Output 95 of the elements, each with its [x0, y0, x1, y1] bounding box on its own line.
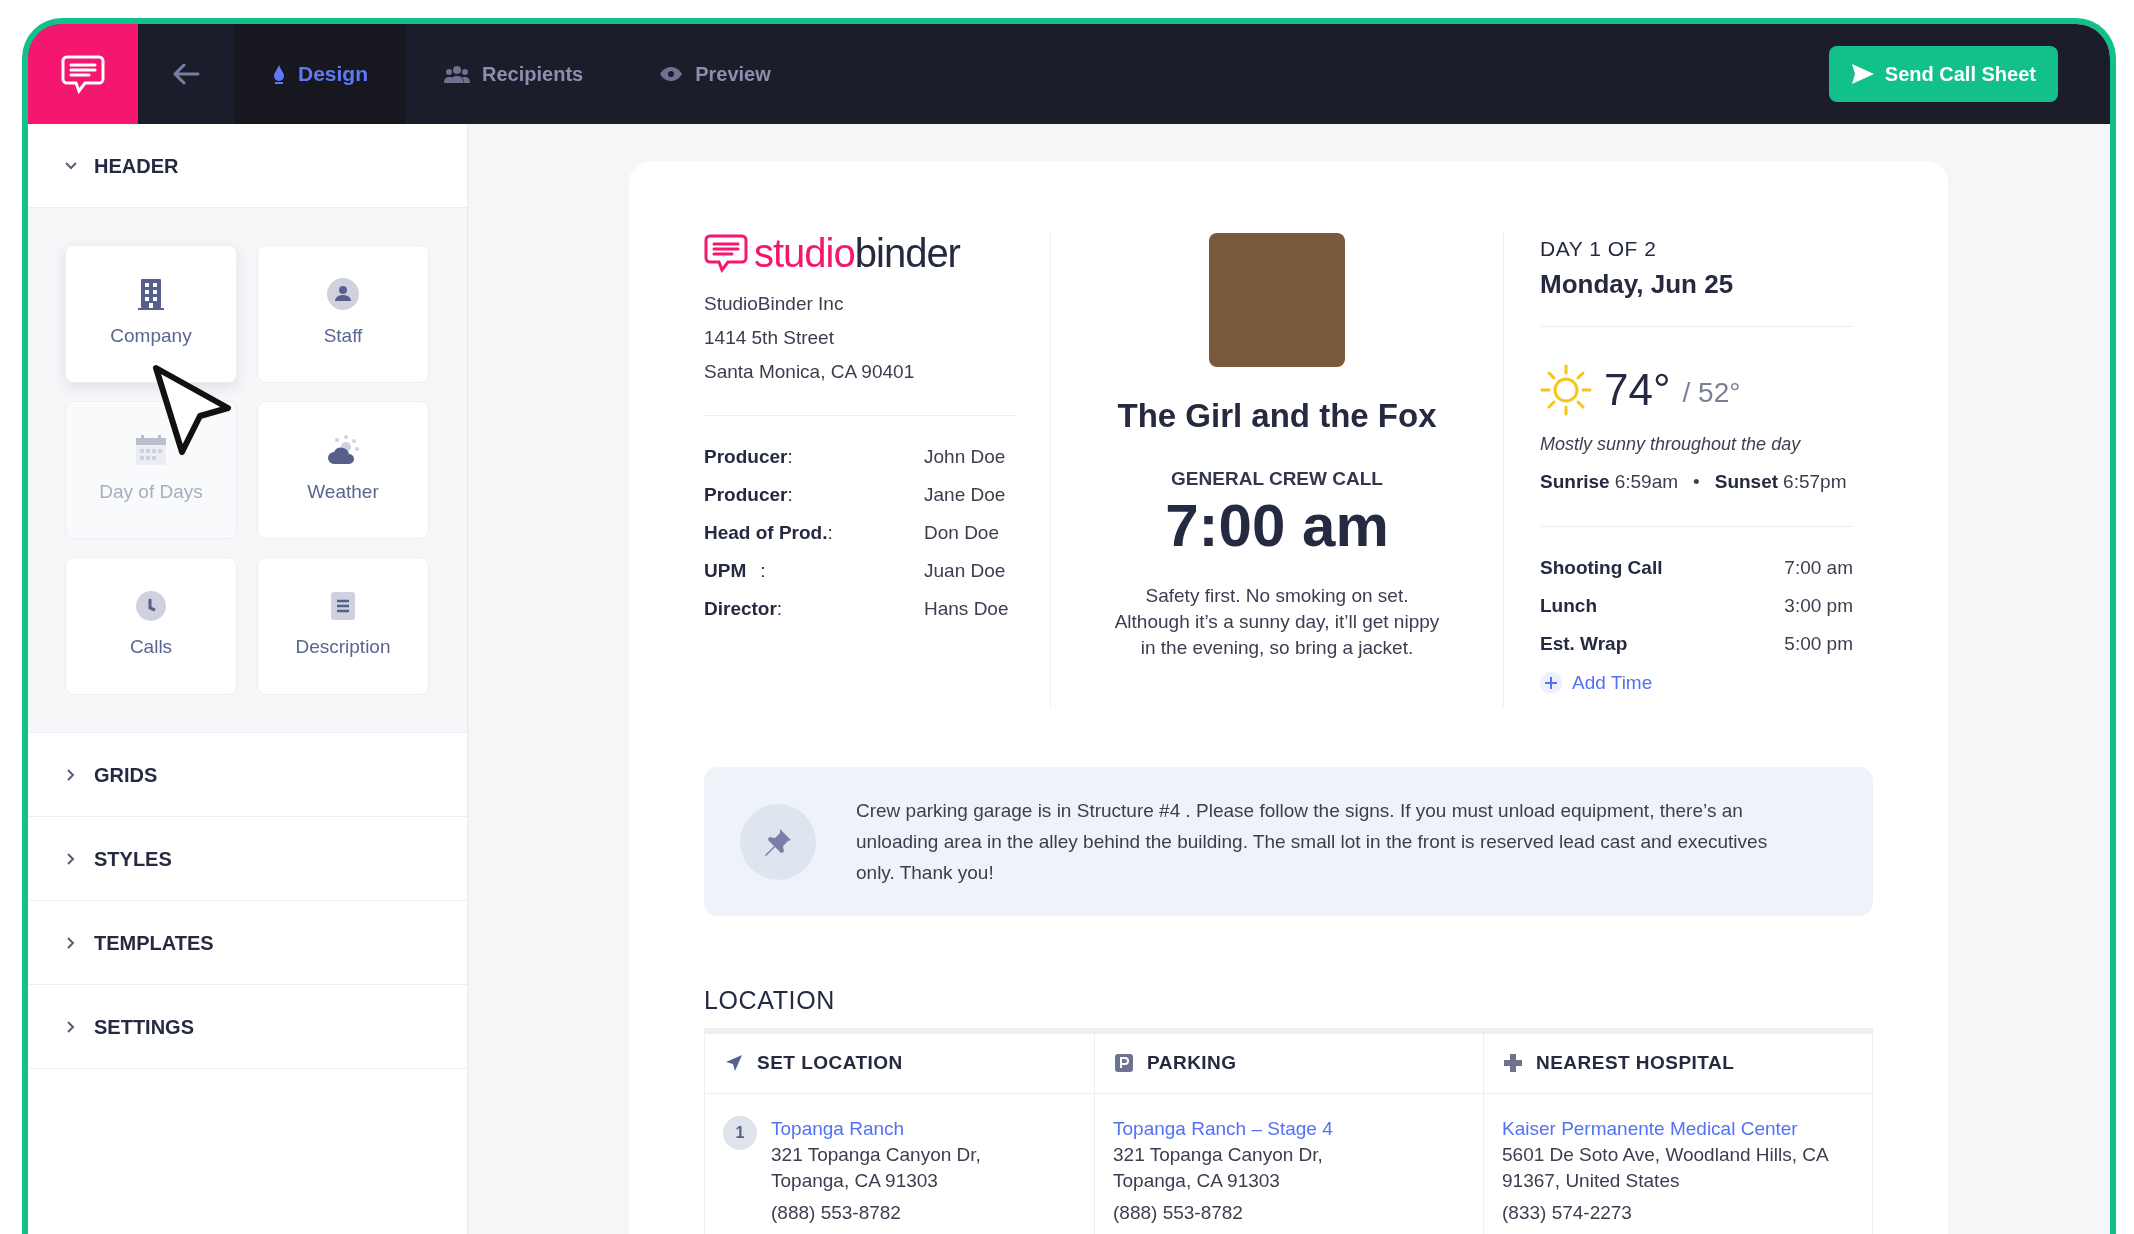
weather-summary: Mostly sunny throughout the day: [1540, 432, 1802, 456]
person-icon: [327, 277, 359, 310]
section-header[interactable]: GRIDS: [28, 759, 467, 790]
section-header[interactable]: STYLES: [28, 843, 467, 874]
plus-icon: [1540, 672, 1562, 695]
address-line: 321 Topanga Canyon Dr,: [1113, 1142, 1324, 1167]
bullet-separator: •: [1693, 469, 1700, 494]
component-tile[interactable]: Weather: [257, 401, 429, 539]
staff-name: Hans Doe: [924, 597, 1009, 621]
call-label: Shooting Call: [1540, 556, 1663, 580]
production-title: The Girl and the Fox: [1117, 396, 1437, 436]
company-address-line: 1414 5th Street: [704, 326, 835, 350]
studiobinder-logo-icon: [704, 233, 748, 273]
medical-cross-icon: [1504, 1054, 1522, 1072]
company-address-line: StudioBinder Inc: [704, 292, 845, 316]
component-tile[interactable]: Description: [257, 557, 429, 695]
address-line: Topanga, CA 91303: [1113, 1168, 1281, 1193]
send-icon: [1850, 63, 1875, 85]
note-text: Crew parking garage is in Structure #4 . Please follow the signs. If you must unload equipment, there’s an unloading area in the alley behind the building. The small lot in the front is reserved lead cast and executives only. Thank you!: [856, 799, 1769, 885]
sun-icon: [1540, 363, 1592, 416]
call-time: 5:00 pm: [1784, 632, 1853, 656]
crew-call-label: GENERAL CREW CALL: [1171, 466, 1383, 491]
add-time-button[interactable]: Add Time: [1540, 669, 1653, 698]
component-tile[interactable]: Staff: [257, 245, 429, 383]
call-label: Est. Wrap: [1540, 632, 1628, 656]
call-time: 3:00 pm: [1784, 594, 1853, 618]
sunset-label: Sunset: [1714, 469, 1779, 494]
colon-separator: :: [827, 521, 833, 545]
component-tile[interactable]: Calls: [65, 557, 237, 695]
colon-separator: :: [787, 483, 793, 507]
studiobinder-wordmark: studiobinder: [754, 233, 960, 273]
staff-name: Don Doe: [924, 521, 999, 545]
chevron-right-icon: [67, 768, 75, 781]
colon-separator: :: [760, 559, 766, 583]
staff-role: Producer: [704, 445, 788, 469]
navigation-arrow-icon: [725, 1054, 743, 1072]
building-icon: [137, 277, 165, 310]
section-header[interactable]: SETTINGS: [28, 1011, 467, 1042]
calendar-icon: [135, 433, 167, 466]
nav-tab[interactable]: Recipients: [406, 24, 622, 124]
chat-bubble-icon: [61, 54, 105, 94]
nav-tab[interactable]: Preview: [621, 24, 809, 124]
column-heading: SET LOCATION: [757, 1050, 903, 1075]
staff-name: Jane Doe: [924, 483, 1006, 507]
staff-name: Juan Doe: [924, 559, 1006, 583]
clock-icon: [136, 590, 166, 621]
column-heading: NEAREST HOSPITAL: [1536, 1050, 1735, 1075]
chevron-down-icon: [65, 161, 77, 170]
shoot-date: Monday, Jun 25: [1540, 264, 1853, 327]
company-address-line: Santa Monica, CA 90401: [704, 360, 916, 384]
staff-role: Producer: [704, 483, 788, 507]
location-link[interactable]: Kaiser Permanente Medical Center: [1502, 1115, 1829, 1142]
sunrise-time: 6:59am: [1614, 469, 1679, 494]
address-line: 5601 De Soto Ave, Woodland Hills, CA: [1502, 1142, 1829, 1167]
sunset-time: 6:57pm: [1783, 469, 1847, 494]
section-header[interactable]: HEADER: [28, 150, 467, 181]
chevron-right-icon: [67, 1020, 75, 1033]
high-temperature: 74°: [1604, 363, 1671, 416]
chevron-right-icon: [67, 936, 75, 949]
low-temperature: / 52°: [1682, 375, 1741, 410]
call-description: Safety first. No smoking on set. Although it’s a sunny day, it’ll get nippy in the evening, so bring a jacket.: [1113, 584, 1441, 660]
drop-icon: [272, 64, 286, 84]
back-arrow-icon: [172, 63, 200, 85]
location-link[interactable]: Topanga Ranch – Stage 4: [1113, 1115, 1333, 1142]
location-link[interactable]: Topanga Ranch: [771, 1115, 981, 1142]
staff-role: UPM: [704, 559, 747, 583]
number-badge: 1: [723, 1115, 757, 1150]
crew-call-time: 7:00 am: [1165, 493, 1389, 559]
eye-icon: [659, 66, 684, 82]
column-heading: PARKING: [1147, 1050, 1237, 1075]
call-time: 7:00 am: [1784, 556, 1853, 580]
phone-number: (888) 553-8782: [1113, 1200, 1244, 1225]
section-header[interactable]: TEMPLATES: [28, 927, 467, 958]
staff-role: Director: [704, 597, 777, 621]
address-line: 321 Topanga Canyon Dr,: [771, 1142, 981, 1167]
people-icon: [444, 65, 470, 83]
colon-separator: :: [787, 445, 793, 469]
sunrise-label: Sunrise: [1540, 469, 1610, 494]
chevron-right-icon: [67, 852, 75, 865]
location-heading: LOCATION: [704, 985, 836, 1016]
staff-name: John Doe: [924, 445, 1006, 469]
cloud-sun-icon: [326, 433, 360, 466]
phone-number: (888) 553-8782: [771, 1200, 902, 1225]
document-icon: [330, 590, 356, 621]
staff-role: Head of Prod.: [704, 521, 828, 545]
colon-separator: :: [776, 597, 783, 621]
address-line: Topanga, CA 91303: [771, 1168, 939, 1193]
phone-number: (833) 574-2273: [1502, 1200, 1633, 1225]
address-line: 91367, United States: [1502, 1168, 1681, 1193]
day-count: DAY 1 OF 2: [1540, 236, 1658, 262]
nav-tab[interactable]: Design: [234, 24, 406, 124]
call-label: Lunch: [1540, 594, 1597, 618]
app-logo[interactable]: [28, 24, 138, 124]
parking-sign-icon: [1115, 1054, 1133, 1072]
mouse-pointer-icon: [152, 364, 234, 458]
